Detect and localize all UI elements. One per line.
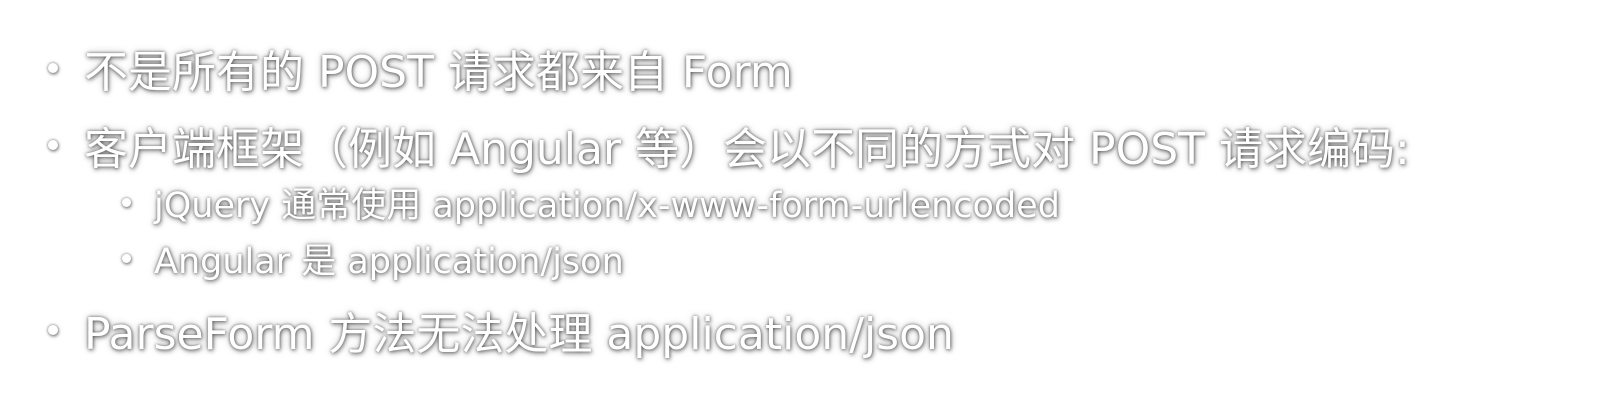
bullet-item: ParseForm 方法无法处理 application/json [48,300,954,360]
bullet-text: 不是所有的 POST 请求都来自 Form [84,47,793,98]
bullet-dot-icon [122,197,131,207]
bullet-dot-icon [122,253,131,263]
sub-bullet-item: jQuery 通常使用 application/x-www-form-urlen… [122,178,1060,226]
sub-bullet-text: Angular 是 application/json [154,241,624,282]
bullet-dot-icon [48,140,58,150]
sub-bullet-text: jQuery 通常使用 application/x-www-form-urlen… [154,185,1060,226]
bullet-text: 客户端框架（例如 Angular 等）会以不同的方式对 POST 请求编码: [84,124,1410,175]
bullet-item: 不是所有的 POST 请求都来自 Form [48,38,793,98]
sub-bullet-item: Angular 是 application/json [122,234,624,282]
bullet-text: ParseForm 方法无法处理 application/json [84,309,954,360]
slide: 不是所有的 POST 请求都来自 Form 客户端框架（例如 Angular 等… [0,0,1623,405]
bullet-dot-icon [48,63,58,73]
bullet-dot-icon [48,325,58,335]
bullet-item: 客户端框架（例如 Angular 等）会以不同的方式对 POST 请求编码: [48,115,1410,175]
